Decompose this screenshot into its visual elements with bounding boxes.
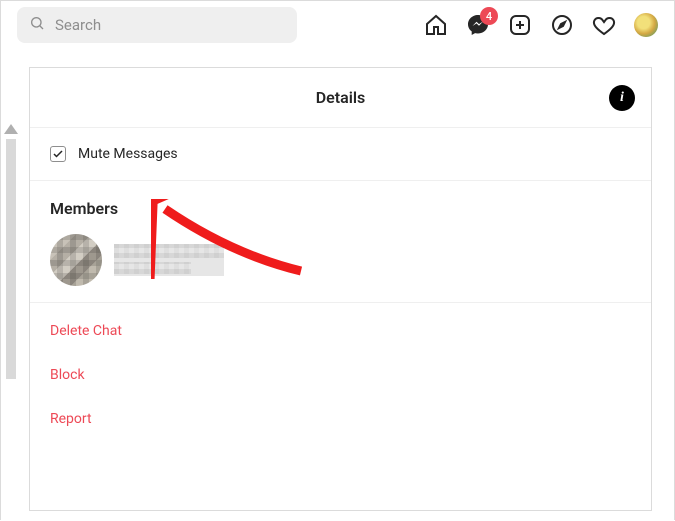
home-icon[interactable] — [424, 13, 448, 37]
new-post-icon[interactable] — [508, 13, 532, 37]
info-icon[interactable]: i — [609, 85, 635, 111]
mute-messages-row[interactable]: Mute Messages — [30, 128, 651, 181]
block-link[interactable]: Block — [30, 353, 651, 397]
nav-icons: 4 — [424, 13, 658, 37]
scrollbar[interactable] — [6, 139, 16, 379]
mute-checkbox[interactable] — [50, 146, 66, 162]
content-area: Details i Mute Messages Members Delete C… — [1, 49, 674, 521]
report-link[interactable]: Report — [30, 397, 651, 441]
mute-label: Mute Messages — [78, 146, 178, 162]
members-section: Members — [30, 181, 651, 303]
activity-icon[interactable] — [592, 13, 616, 37]
profile-avatar[interactable] — [634, 13, 658, 37]
explore-icon[interactable] — [550, 13, 574, 37]
details-panel: Details i Mute Messages Members Delete C… — [29, 67, 652, 511]
member-avatar — [50, 234, 102, 286]
danger-actions: Delete Chat Block Report — [30, 303, 651, 447]
members-heading: Members — [50, 199, 631, 218]
panel-title: Details — [316, 88, 366, 107]
search-box[interactable] — [17, 7, 297, 43]
search-input[interactable] — [55, 16, 285, 34]
delete-chat-link[interactable]: Delete Chat — [30, 309, 651, 353]
messenger-badge: 4 — [480, 7, 498, 25]
messenger-icon[interactable]: 4 — [466, 13, 490, 37]
member-name-blurred — [114, 244, 224, 276]
member-row[interactable] — [50, 234, 631, 286]
search-icon — [29, 15, 45, 35]
panel-header: Details i — [30, 68, 651, 128]
top-bar: 4 — [1, 1, 674, 49]
